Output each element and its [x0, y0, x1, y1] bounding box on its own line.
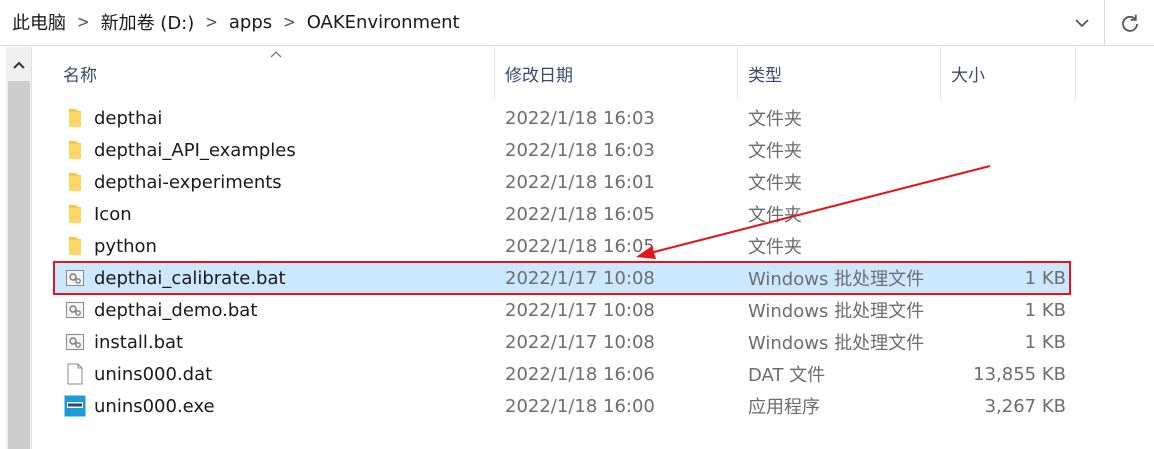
file-name: unins000.exe	[94, 395, 215, 417]
file-type: Windows 批处理文件	[748, 301, 925, 322]
file-name: depthai_API_examples	[94, 139, 296, 161]
refresh-icon	[1121, 14, 1138, 32]
file-row[interactable]: unins000.exe 2022/1/18 16:00 应用程序 3,267 …	[54, 390, 1070, 422]
file-size: 13,855 KB	[973, 363, 1066, 385]
file-name: Icon	[94, 203, 132, 225]
folder-icon	[64, 107, 86, 129]
file-size: 1 KB	[1024, 267, 1066, 289]
file-row[interactable]: install.bat 2022/1/17 10:08 Windows 批处理文…	[54, 326, 1070, 358]
batch-file-icon	[64, 267, 86, 289]
chevron-right-icon[interactable]: >	[68, 12, 99, 32]
refresh-button[interactable]	[1104, 0, 1154, 45]
file-name: install.bat	[94, 331, 184, 353]
folder-icon	[64, 171, 86, 193]
breadcrumb-oakenvironment[interactable]: OAKEnvironment	[305, 12, 462, 33]
file-row[interactable]: depthai_demo.bat 2022/1/17 10:08 Windows…	[54, 294, 1070, 326]
file-type: 文件夹	[748, 237, 802, 258]
file-type: 文件夹	[748, 205, 802, 226]
file-row[interactable]: unins000.dat 2022/1/18 16:06 DAT 文件 13,8…	[54, 358, 1070, 390]
file-name: depthai_calibrate.bat	[94, 267, 286, 289]
chevron-right-icon[interactable]: >	[274, 12, 305, 32]
file-row[interactable]: depthai-experiments 2022/1/18 16:01 文件夹	[54, 166, 1070, 198]
column-header-size[interactable]: 大小	[941, 47, 1076, 99]
column-header-type-label: 类型	[748, 65, 782, 86]
file-date: 2022/1/18 16:01	[505, 171, 655, 193]
file-name: depthai-experiments	[94, 171, 282, 193]
column-header-size-label: 大小	[951, 65, 985, 86]
file-row[interactable]: python 2022/1/18 16:05 文件夹	[54, 230, 1070, 262]
file-name: depthai	[94, 107, 163, 129]
folder-icon	[64, 203, 86, 225]
file-name: unins000.dat	[94, 363, 213, 385]
file-size: 3,267 KB	[984, 395, 1066, 417]
batch-file-icon	[64, 299, 86, 321]
column-header-date[interactable]: 修改日期	[495, 47, 738, 99]
chevron-down-icon	[1075, 18, 1089, 27]
file-size: 1 KB	[1024, 299, 1066, 321]
breadcrumb-this-pc[interactable]: 此电脑	[10, 9, 68, 35]
breadcrumb-drive-d[interactable]: 新加卷 (D:)	[99, 9, 197, 35]
chevron-right-icon[interactable]: >	[196, 12, 227, 32]
column-header: 名称 修改日期 类型 大小	[33, 47, 1154, 99]
scrollbar-thumb[interactable]	[8, 81, 30, 449]
batch-file-icon	[64, 331, 86, 353]
file-row[interactable]: depthai_API_examples 2022/1/18 16:03 文件夹	[54, 134, 1070, 166]
file-date: 2022/1/18 16:06	[505, 363, 655, 385]
chevron-up-icon	[13, 61, 25, 69]
file-date: 2022/1/18 16:05	[505, 203, 655, 225]
file-row[interactable]: depthai 2022/1/18 16:03 文件夹	[54, 102, 1070, 134]
installer-exe-icon	[64, 395, 86, 417]
file-name: python	[94, 235, 157, 257]
column-header-date-label: 修改日期	[505, 65, 573, 86]
file-type: 文件夹	[748, 109, 802, 130]
file-date: 2022/1/18 16:05	[505, 235, 655, 257]
column-header-name[interactable]: 名称	[33, 47, 495, 99]
document-icon	[64, 363, 86, 385]
file-size: 1 KB	[1024, 331, 1066, 353]
breadcrumb: 此电脑 > 新加卷 (D:) > apps > OAKEnvironment	[10, 0, 462, 44]
file-type: 文件夹	[748, 173, 802, 194]
file-date: 2022/1/18 16:03	[505, 139, 655, 161]
breadcrumb-apps[interactable]: apps	[227, 12, 274, 33]
file-type: 应用程序	[748, 397, 820, 418]
column-header-name-label: 名称	[63, 65, 97, 86]
sort-ascending-icon	[270, 51, 282, 58]
file-date: 2022/1/17 10:08	[505, 299, 655, 321]
file-name: depthai_demo.bat	[94, 299, 258, 321]
file-type: Windows 批处理文件	[748, 333, 925, 354]
vertical-scrollbar[interactable]	[6, 47, 32, 449]
file-type: 文件夹	[748, 141, 802, 162]
file-date: 2022/1/18 16:00	[505, 395, 655, 417]
file-row[interactable]: Icon 2022/1/18 16:05 文件夹	[54, 198, 1070, 230]
address-bar[interactable]: 此电脑 > 新加卷 (D:) > apps > OAKEnvironment	[0, 0, 1154, 46]
file-type: Windows 批处理文件	[748, 269, 925, 290]
folder-icon	[64, 235, 86, 257]
file-date: 2022/1/18 16:03	[505, 107, 655, 129]
folder-icon	[64, 139, 86, 161]
file-date: 2022/1/17 10:08	[505, 331, 655, 353]
file-date: 2022/1/17 10:08	[505, 267, 655, 289]
file-type: DAT 文件	[748, 365, 826, 386]
column-header-type[interactable]: 类型	[738, 47, 941, 99]
address-history-dropdown-button[interactable]	[1062, 0, 1102, 45]
scroll-up-button[interactable]	[6, 53, 32, 77]
file-row-selected[interactable]: depthai_calibrate.bat 2022/1/17 10:08 Wi…	[53, 261, 1071, 295]
